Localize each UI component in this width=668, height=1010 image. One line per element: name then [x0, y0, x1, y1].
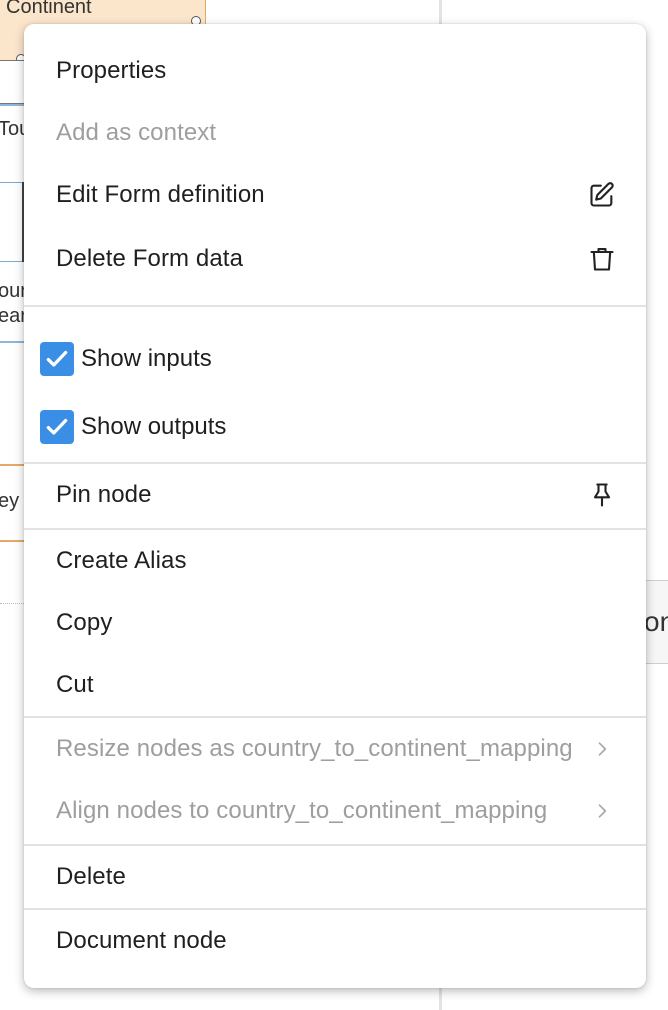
show-outputs-checkbox[interactable]: [40, 410, 74, 444]
menu-separator: [24, 305, 646, 307]
background-text-fragment: ear: [0, 305, 27, 327]
menu-item-label: Add as context: [56, 119, 217, 146]
background-node-fragment: [0, 60, 26, 104]
chevron-right-icon: [588, 797, 616, 825]
menu-item-label: Resize nodes as country_to_continent_map…: [56, 735, 573, 762]
show-inputs-checkbox[interactable]: [40, 342, 74, 376]
edit-icon: [588, 181, 616, 209]
background-text-fragment: on: [644, 606, 668, 637]
background-text-fragment: our: [0, 280, 27, 302]
menu-item-properties[interactable]: Properties: [24, 40, 646, 102]
menu-item-label: Show inputs: [81, 345, 212, 372]
menu-item-delete[interactable]: Delete: [24, 846, 646, 908]
menu-item-edit-form-definition[interactable]: Edit Form definition: [24, 164, 646, 226]
menu-item-show-inputs[interactable]: Show inputs: [24, 328, 646, 390]
background-text-fragment: ey: [0, 490, 20, 512]
menu-item-label: Properties: [56, 57, 167, 84]
menu-item-pin-node[interactable]: Pin node: [24, 464, 646, 526]
menu-item-copy[interactable]: Copy: [24, 592, 646, 654]
menu-item-label: Delete Form data: [56, 245, 244, 272]
checkmark-icon: [46, 418, 68, 435]
context-menu: Properties Add as context Edit Form defi…: [24, 24, 646, 988]
menu-item-label: Show outputs: [81, 413, 227, 440]
menu-item-label: Edit Form definition: [56, 181, 265, 208]
menu-item-label: Copy: [56, 609, 113, 636]
continent-node-title: Continent: [6, 0, 92, 18]
checkmark-icon: [46, 350, 68, 367]
menu-item-label: Pin node: [56, 481, 152, 508]
menu-item-label: Document node: [56, 927, 227, 954]
background-node-fragment: [0, 182, 24, 262]
trash-icon: [588, 245, 616, 273]
menu-item-document-node[interactable]: Document node: [24, 910, 646, 972]
menu-item-delete-form-data[interactable]: Delete Form data: [24, 228, 646, 290]
menu-item-label: Create Alias: [56, 547, 187, 574]
menu-item-label: Align nodes to country_to_continent_mapp…: [56, 797, 548, 824]
menu-item-show-outputs[interactable]: Show outputs: [24, 396, 646, 458]
menu-item-cut[interactable]: Cut: [24, 654, 646, 716]
chevron-right-icon: [588, 735, 616, 763]
pin-icon: [588, 481, 616, 509]
menu-item-label: Delete: [56, 863, 126, 890]
menu-item-label: Cut: [56, 671, 94, 698]
menu-item-add-as-context: Add as context: [24, 102, 646, 164]
menu-item-create-alias[interactable]: Create Alias: [24, 530, 646, 592]
menu-item-resize-nodes: Resize nodes as country_to_continent_map…: [24, 718, 646, 780]
menu-item-align-nodes: Align nodes to country_to_continent_mapp…: [24, 780, 646, 842]
